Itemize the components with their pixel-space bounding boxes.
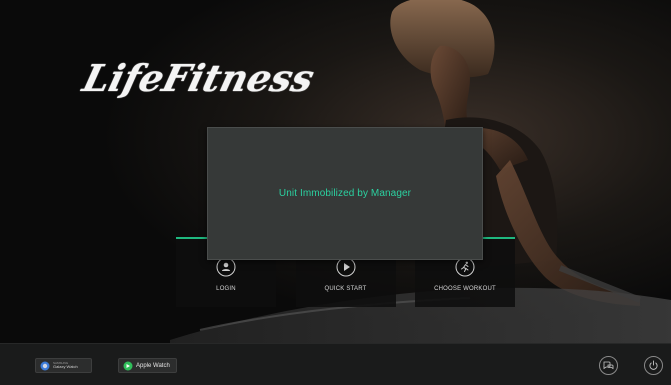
play-icon: [336, 257, 355, 277]
runner-icon: [455, 257, 475, 277]
dialog-message: Unit Immobilized by Manager: [278, 188, 412, 199]
choose-workout-label: CHOOSE WORKOUT: [434, 286, 496, 292]
footer-bar: SAMSUNG Galaxy Watch Apple Watch: [0, 343, 671, 385]
language-button[interactable]: [599, 356, 618, 375]
language-icon: [603, 361, 614, 370]
apple-watch-icon: [123, 361, 133, 370]
quick-start-label: QUICK START: [324, 286, 367, 292]
brand-logo: LifeFitness: [78, 56, 319, 100]
samsung-badge-product: Galaxy Watch: [53, 364, 78, 369]
samsung-watch-badge[interactable]: SAMSUNG Galaxy Watch: [35, 358, 92, 373]
user-icon: [216, 257, 236, 277]
login-label: LOGIN: [216, 286, 236, 292]
power-icon: [649, 360, 658, 370]
apple-badge-label: Apple Watch: [136, 362, 170, 369]
power-button[interactable]: [644, 356, 663, 375]
samsung-watch-icon: [40, 361, 50, 370]
immobilized-dialog: Unit Immobilized by Manager: [207, 127, 483, 260]
apple-watch-badge[interactable]: Apple Watch: [118, 358, 177, 373]
treadmill-home-screen: LifeFitness Unit Immobilized by Manager …: [0, 0, 671, 385]
